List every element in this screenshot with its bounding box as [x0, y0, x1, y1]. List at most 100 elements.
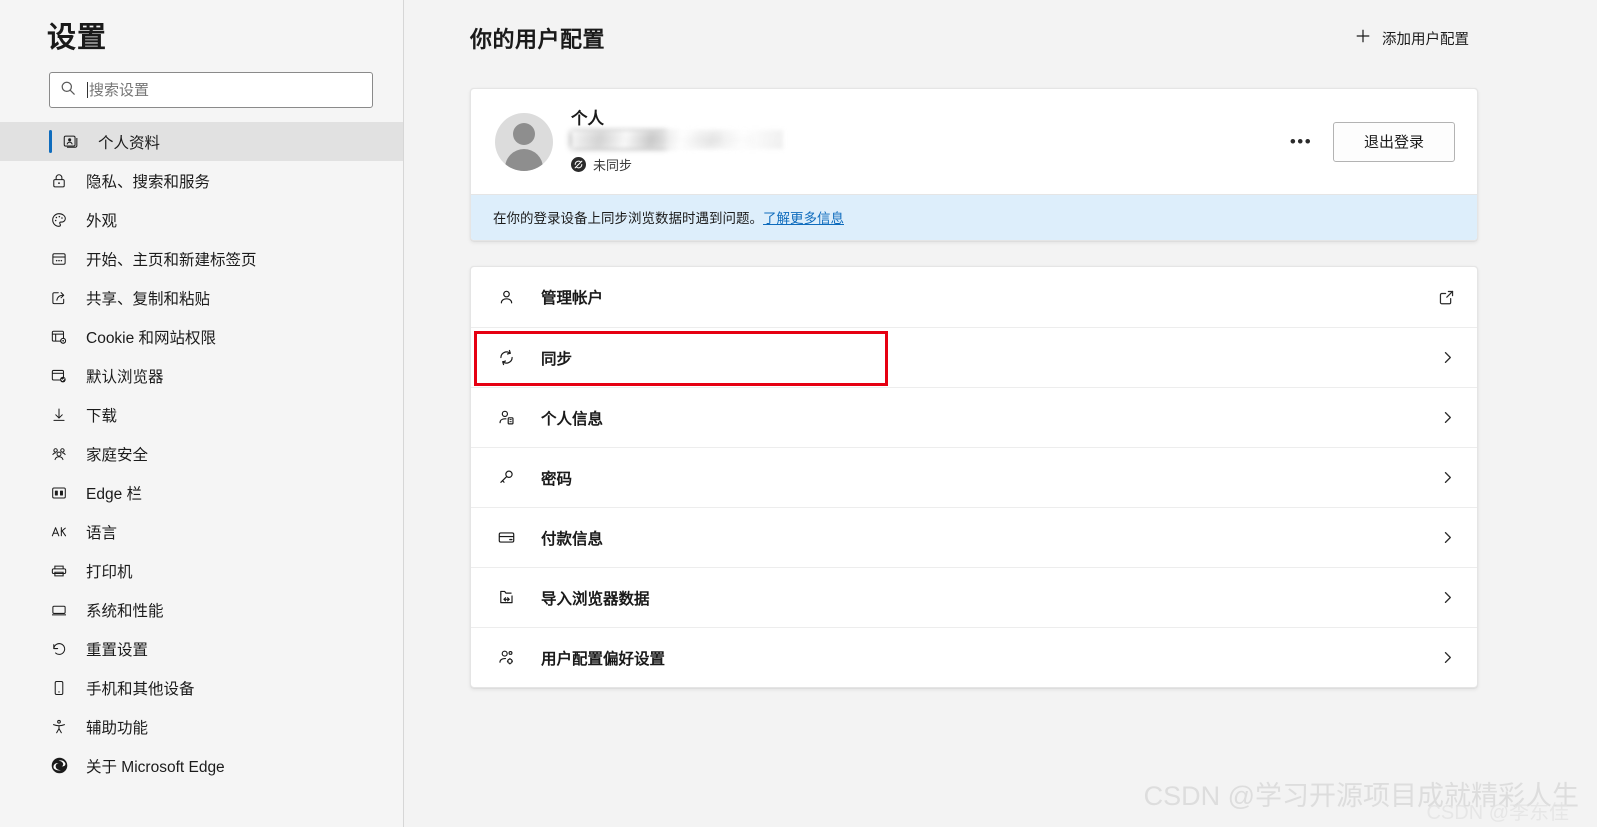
sidebar-item-reset[interactable]: 重置设置	[0, 629, 403, 668]
add-profile-button[interactable]: 添加用户配置	[1355, 28, 1469, 49]
sidebar-item-label: 手机和其他设备	[86, 680, 195, 698]
sync-status: 未同步	[571, 155, 1285, 174]
sidebar-item-edgebar[interactable]: Edge 栏	[0, 473, 403, 512]
profile-name: 个人	[571, 110, 604, 128]
sidebar-item-label: 开始、主页和新建标签页	[86, 251, 257, 269]
add-profile-label: 添加用户配置	[1382, 31, 1469, 48]
sidebar-item-label: Cookie 和网站权限	[86, 329, 217, 347]
sync-off-badge-icon	[571, 157, 586, 173]
sidebar-item-language[interactable]: 语言	[0, 512, 403, 551]
settings-page: 设置 搜索设置 个人资料 隐私、搜索和服务 外观 开始、主页和新建标签页 共享、…	[0, 0, 1597, 827]
list-item-payment-info[interactable]: 付款信息	[471, 507, 1477, 567]
sidebar-item-accessibility[interactable]: 辅助功能	[0, 707, 403, 746]
profile-email: ██████████@outlook.com	[571, 130, 821, 150]
sync-warning-banner: 在你的登录设备上同步浏览数据时遇到问题。了解更多信息	[471, 194, 1477, 241]
sidebar-item-system[interactable]: 系统和性能	[0, 590, 403, 629]
sidebar-item-label: 语言	[86, 524, 118, 542]
edge-logo-icon	[49, 756, 69, 776]
sidebar-item-label: 共享、复制和粘贴	[86, 290, 211, 308]
credit-card-icon	[495, 527, 517, 549]
ellipsis-icon: •••	[1289, 131, 1313, 151]
monitor-icon	[49, 600, 69, 620]
key-icon	[495, 467, 517, 489]
list-item-label: 个人信息	[541, 410, 604, 428]
sidebar-nav: 个人资料 隐私、搜索和服务 外观 开始、主页和新建标签页 共享、复制和粘贴 Co…	[0, 122, 403, 785]
edge-bar-icon	[49, 483, 69, 503]
sidebar-item-family[interactable]: 家庭安全	[0, 434, 403, 473]
sidebar-item-label: 下载	[86, 407, 118, 425]
sidebar-item-printers[interactable]: 打印机	[0, 551, 403, 590]
list-item-label: 用户配置偏好设置	[541, 650, 666, 668]
download-arrow-icon	[49, 405, 69, 425]
sidebar-item-appearance[interactable]: 外观	[0, 200, 403, 239]
list-item-passwords[interactable]: 密码	[471, 447, 1477, 507]
sidebar-item-label: 重置设置	[86, 641, 149, 659]
site-permissions-icon	[49, 327, 69, 347]
sidebar-item-profile[interactable]: 个人资料	[0, 122, 403, 161]
text-caret	[87, 82, 88, 98]
sync-status-label: 未同步	[593, 158, 633, 174]
list-item-label: 管理帐户	[541, 290, 604, 307]
sidebar: 设置 搜索设置 个人资料 隐私、搜索和服务 外观 开始、主页和新建标签页 共享、…	[0, 0, 404, 827]
profile-info: 个人 ██████████@outlook.com 未同步	[571, 109, 1285, 174]
profile-more-button[interactable]: •••	[1285, 126, 1317, 158]
chevron-right-icon	[1440, 350, 1455, 365]
sidebar-item-share[interactable]: 共享、复制和粘贴	[0, 278, 403, 317]
sidebar-item-about[interactable]: 关于 Microsoft Edge	[0, 746, 403, 785]
main-header: 你的用户配置 添加用户配置	[404, 0, 1597, 54]
sidebar-item-label: 关于 Microsoft Edge	[86, 758, 225, 776]
sidebar-item-label: 隐私、搜索和服务	[86, 173, 211, 191]
sidebar-item-label: Edge 栏	[86, 485, 143, 503]
plus-icon	[1355, 28, 1371, 48]
list-item-label: 付款信息	[541, 530, 604, 548]
chevron-right-icon	[1440, 470, 1455, 485]
search-placeholder: 搜索设置	[89, 81, 150, 99]
chevron-right-icon	[1440, 590, 1455, 605]
list-item-sync[interactable]: 同步	[471, 327, 1477, 387]
sidebar-item-label: 个人资料	[98, 134, 161, 152]
sidebar-item-label: 家庭安全	[86, 446, 149, 464]
list-item-label: 导入浏览器数据	[541, 590, 650, 608]
person-icon	[495, 286, 517, 308]
profile-card: 个人 ██████████@outlook.com 未同步	[470, 88, 1478, 242]
list-item-profile-preferences[interactable]: 用户配置偏好设置	[471, 627, 1477, 687]
list-item-personal-info[interactable]: 个人信息	[471, 387, 1477, 447]
signout-label: 退出登录	[1363, 134, 1424, 152]
external-link-icon	[1438, 289, 1455, 306]
main-page-title: 你的用户配置	[470, 27, 606, 52]
sidebar-item-cookies[interactable]: Cookie 和网站权限	[0, 317, 403, 356]
sidebar-item-label: 默认浏览器	[86, 368, 164, 386]
list-item-label: 同步	[541, 350, 573, 368]
chevron-right-icon	[1440, 530, 1455, 545]
family-people-icon	[49, 444, 69, 464]
sidebar-item-privacy[interactable]: 隐私、搜索和服务	[0, 161, 403, 200]
email-redaction-overlay	[571, 130, 783, 150]
reset-arrow-icon	[49, 639, 69, 659]
page-title: 设置	[47, 22, 108, 54]
sidebar-item-downloads[interactable]: 下载	[0, 395, 403, 434]
sidebar-item-label: 打印机	[86, 563, 133, 581]
lock-icon	[49, 171, 69, 191]
signout-button[interactable]: 退出登录	[1333, 121, 1455, 162]
printer-icon	[49, 561, 69, 581]
sidebar-item-startpage[interactable]: 开始、主页和新建标签页	[0, 239, 403, 278]
palette-icon	[49, 210, 69, 230]
banner-text: 在你的登录设备上同步浏览数据时遇到问题。	[493, 211, 763, 227]
import-data-icon	[495, 587, 517, 609]
profile-summary: 个人 ██████████@outlook.com 未同步	[471, 89, 1477, 194]
banner-learn-more-link[interactable]: 了解更多信息	[763, 211, 844, 226]
person-info-icon	[495, 407, 517, 429]
language-icon	[49, 522, 69, 542]
search-input[interactable]: 搜索设置	[49, 72, 373, 108]
list-item-import-data[interactable]: 导入浏览器数据	[471, 567, 1477, 627]
sidebar-item-default-browser[interactable]: 默认浏览器	[0, 356, 403, 395]
list-item-manage-account[interactable]: 管理帐户	[471, 267, 1477, 327]
phone-icon	[49, 678, 69, 698]
avatar-icon	[495, 112, 553, 171]
accessibility-icon	[49, 717, 69, 737]
list-item-label: 密码	[541, 470, 573, 488]
search-wrap: 搜索设置	[0, 56, 403, 108]
search-icon	[60, 80, 87, 101]
chevron-right-icon	[1440, 410, 1455, 425]
sidebar-item-phone[interactable]: 手机和其他设备	[0, 668, 403, 707]
